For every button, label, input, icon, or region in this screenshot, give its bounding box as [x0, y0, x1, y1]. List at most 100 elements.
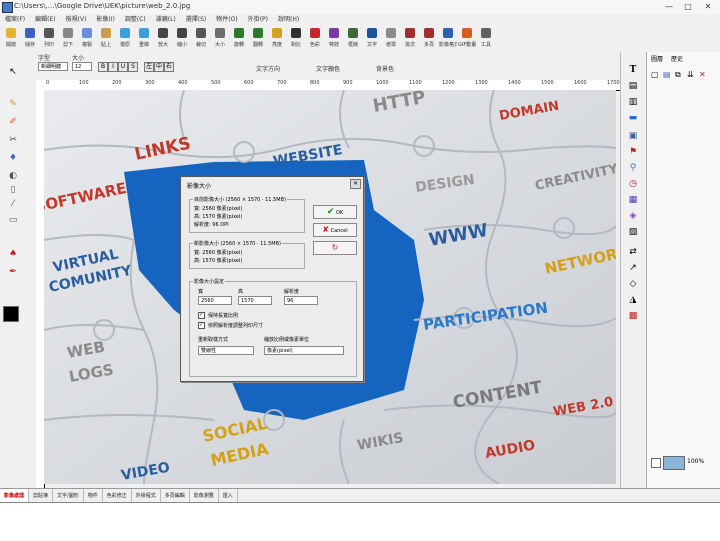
toolbar-button-22[interactable]: 多頁 — [420, 26, 438, 52]
new-layer-icon[interactable]: ▢ — [651, 70, 659, 79]
bottom-tab-0[interactable]: 影像處理 — [0, 489, 30, 503]
minimize-button[interactable]: — — [664, 2, 674, 11]
toolbar-button-13[interactable]: 翻轉 — [249, 26, 267, 52]
toolbar-button-1[interactable]: 儲存 — [21, 26, 39, 52]
tag-icon[interactable]: ◮ — [626, 294, 640, 306]
bottom-tab-3[interactable]: 物件 — [84, 489, 103, 503]
pointer-tool-icon[interactable]: ↖ — [6, 66, 20, 78]
text-direction-label[interactable]: 文字方向 — [256, 64, 280, 73]
zoom-icon[interactable]: ⚲ — [626, 162, 640, 174]
rect-tool-icon[interactable]: ▭ — [6, 214, 20, 226]
frame-icon[interactable]: ▤ — [626, 80, 640, 92]
toolbar-button-8[interactable]: 放大 — [154, 26, 172, 52]
menu-plugin[interactable]: 外掛(P) — [243, 14, 273, 26]
toolbar-button-19[interactable]: 文字 — [363, 26, 381, 52]
text-color-label[interactable]: 文字顏色 — [316, 64, 340, 73]
panel-checkbox[interactable] — [651, 458, 661, 468]
align-right-button[interactable]: 右 — [164, 62, 174, 72]
copy-layer-icon[interactable]: ⧉ — [675, 70, 681, 80]
toolbar-button-12[interactable]: 旋轉 — [230, 26, 248, 52]
export-icon[interactable]: ⇄ — [626, 246, 640, 258]
toolbar-button-0[interactable]: 開啟 — [2, 26, 20, 52]
palette-icon[interactable]: ▩ — [626, 310, 640, 322]
toolbar-button-3[interactable]: 剪下 — [59, 26, 77, 52]
toolbar-button-6[interactable]: 復原 — [116, 26, 134, 52]
height-input[interactable]: 1570 — [238, 296, 272, 305]
bottom-tab-8[interactable]: 匯入 — [219, 489, 238, 503]
bottom-tab-2[interactable]: 文字/圖形 — [53, 489, 84, 503]
resolution-input[interactable]: 96 — [284, 296, 318, 305]
text-tool-icon[interactable]: ✂ — [6, 134, 20, 146]
brush-tool-icon[interactable]: ✐ — [6, 116, 20, 128]
print-size-checkbox[interactable]: ✓ — [198, 322, 205, 329]
align-center-button[interactable]: 中 — [154, 62, 164, 72]
font-select[interactable]: 新細明體 — [38, 62, 68, 71]
toolbar-button-4[interactable]: 複製 — [78, 26, 96, 52]
menu-filter[interactable]: 濾鏡(L) — [151, 14, 181, 26]
menu-select[interactable]: 選擇(S) — [181, 14, 212, 26]
effect-icon[interactable]: ◈ — [626, 210, 640, 222]
width-input[interactable]: 2560 — [198, 296, 232, 305]
menu-object[interactable]: 物件(O) — [211, 14, 242, 26]
bottom-tab-6[interactable]: 多頁編輯 — [161, 489, 190, 503]
reset-button[interactable]: ↻ — [313, 241, 357, 255]
italic-button[interactable]: I — [108, 62, 118, 72]
bg-color-label[interactable]: 背景色 — [376, 64, 394, 73]
delete-layer-icon[interactable]: ✕ — [699, 70, 706, 79]
toolbar-button-10[interactable]: 裁切 — [192, 26, 210, 52]
toolbar-button-16[interactable]: 色彩 — [306, 26, 324, 52]
toolbar-button-14[interactable]: 亮度 — [268, 26, 286, 52]
resample-select[interactable]: 雙線性 — [198, 346, 254, 355]
toolbar-button-20[interactable]: 遮罩 — [382, 26, 400, 52]
stamp-tool-icon[interactable]: ♠ — [6, 248, 20, 260]
menu-help[interactable]: 說明(H) — [273, 14, 304, 26]
close-button[interactable]: ✕ — [703, 2, 713, 11]
cancel-button[interactable]: ✘ Cancel — [313, 223, 357, 237]
align-left-button[interactable]: 左 — [144, 62, 154, 72]
gallery-icon[interactable]: ▧ — [626, 226, 640, 238]
size-select[interactable]: 12 — [72, 62, 92, 71]
pencil-tool-icon[interactable]: ✎ — [6, 98, 20, 110]
unit-select[interactable]: 像素(pixel) — [264, 346, 344, 355]
bottom-tab-7[interactable]: 影像瀏覽 — [190, 489, 219, 503]
menu-edit[interactable]: 編輯(E) — [30, 14, 60, 26]
toolbar-button-7[interactable]: 重做 — [135, 26, 153, 52]
open-layer-icon[interactable]: ▤ — [663, 70, 671, 79]
merge-layer-icon[interactable]: ⇊ — [687, 70, 694, 79]
keep-ratio-checkbox[interactable]: ✓ — [198, 312, 205, 319]
toolbar-button-9[interactable]: 縮小 — [173, 26, 191, 52]
toolbar-button-2[interactable]: 列印 — [40, 26, 58, 52]
toolbar-button-21[interactable]: 批次 — [401, 26, 419, 52]
toolbar-button-5[interactable]: 貼上 — [97, 26, 115, 52]
toolbar-button-23[interactable]: 影像格式 — [439, 26, 457, 52]
underline-button[interactable]: U — [118, 62, 128, 72]
eyedropper-tool-icon[interactable]: ⁄ — [6, 198, 20, 210]
ok-button[interactable]: ✔ OK — [313, 205, 357, 219]
toolbar-button-15[interactable]: 對比 — [287, 26, 305, 52]
dialog-close-button[interactable]: ✕ — [350, 179, 361, 189]
maximize-button[interactable]: □ — [683, 2, 693, 11]
layers-icon[interactable]: ▥ — [626, 96, 640, 108]
text-t-icon[interactable]: T — [626, 64, 640, 76]
monitor-icon[interactable]: ▬ — [626, 112, 640, 124]
eraser-tool-icon[interactable]: ◐ — [6, 170, 20, 182]
panel-tab-history[interactable]: 歷史 — [671, 54, 683, 63]
foreground-color-swatch[interactable] — [3, 306, 19, 322]
flag-icon[interactable]: ⚑ — [626, 146, 640, 158]
toolbar-button-24[interactable]: GIF動畫 — [458, 26, 476, 52]
menu-file[interactable]: 檔案(F) — [0, 14, 30, 26]
menu-adjust[interactable]: 調整(C) — [120, 14, 151, 26]
toolbar-button-25[interactable]: 工具 — [477, 26, 495, 52]
layer-thumbnail[interactable] — [663, 456, 685, 470]
toolbar-button-17[interactable]: 特效 — [325, 26, 343, 52]
toolbar-button-18[interactable]: 框線 — [344, 26, 362, 52]
line-tool-icon[interactable]: ▯ — [6, 184, 20, 196]
clock-icon[interactable]: ◷ — [626, 178, 640, 190]
shape-icon[interactable]: ◇ — [626, 278, 640, 290]
toolbar-button-11[interactable]: 大小 — [211, 26, 229, 52]
arrow-icon[interactable]: ↗ — [626, 262, 640, 274]
film-icon[interactable]: ▦ — [626, 194, 640, 206]
menu-view[interactable]: 檢視(V) — [61, 14, 92, 26]
panel-tab-layers[interactable]: 圖層 — [651, 54, 663, 63]
bold-button[interactable]: B — [98, 62, 108, 72]
